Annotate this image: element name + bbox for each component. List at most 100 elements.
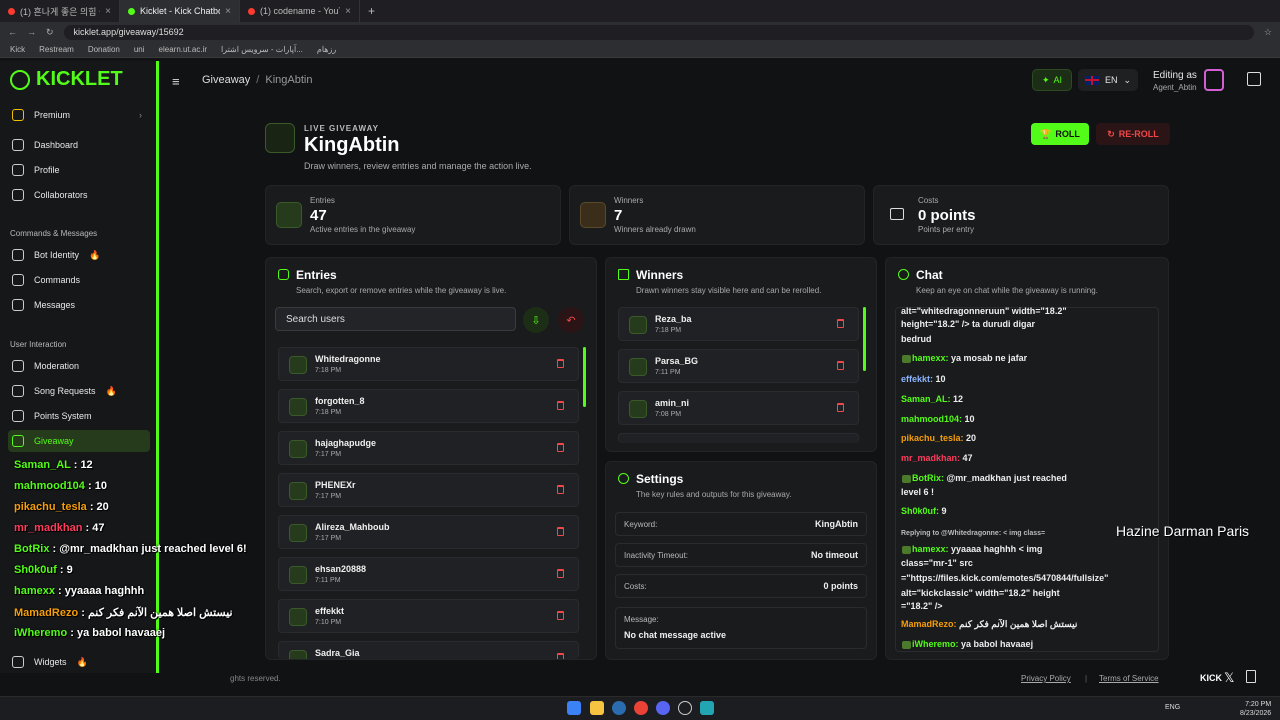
vscode-icon[interactable] — [700, 701, 714, 715]
crown-icon — [12, 109, 24, 121]
search-input[interactable]: Search users — [275, 307, 516, 331]
overlay-chat-line: MamadRezo : نیستش اصلا همین الآنم فکر کن… — [14, 607, 233, 619]
menu-toggle-icon[interactable]: ≡ — [172, 74, 180, 89]
users-icon — [278, 269, 289, 280]
winner-row: amin_ni 7:08 PM — [618, 391, 859, 425]
youtube-icon — [248, 7, 255, 15]
sidebar-item-messages[interactable]: Messages — [8, 294, 150, 316]
bookmark[interactable]: Kick — [10, 45, 25, 54]
sidebar-item-premium[interactable]: Premium › — [8, 104, 150, 126]
bookmark[interactable]: آپارات - سرویس اشترا... — [221, 45, 303, 54]
input-language[interactable]: ENG — [1165, 704, 1180, 711]
trash-icon[interactable] — [557, 401, 564, 410]
new-tab-button[interactable]: + — [368, 4, 375, 18]
bookmark[interactable]: elearn.ut.ac.ir — [159, 45, 207, 54]
chrome-icon[interactable] — [634, 701, 648, 715]
back-icon[interactable]: ← — [8, 27, 17, 37]
browser-tab[interactable]: Kicklet - Kick Chatbot, Kick Wi...× — [120, 0, 240, 22]
sidebar-item-bot-identity[interactable]: Bot Identity 🔥 — [8, 244, 150, 266]
trash-icon[interactable] — [557, 653, 564, 659]
url-field[interactable]: kicklet.app/giveaway/15692 — [63, 24, 1254, 40]
bookmark[interactable]: Donation — [88, 45, 120, 54]
trash-icon[interactable] — [557, 611, 564, 620]
address-bar: ← → ↻ kicklet.app/giveaway/15692 ☆ — [0, 22, 1280, 42]
document-icon[interactable] — [1246, 670, 1256, 683]
dashboard-icon — [12, 139, 24, 151]
sidebar-item-moderation[interactable]: Moderation — [8, 355, 150, 377]
discord-icon[interactable] — [656, 701, 670, 715]
entries-scrollbar[interactable] — [583, 347, 586, 407]
trash-icon[interactable] — [837, 319, 844, 328]
winners-scrollbar[interactable] — [863, 307, 866, 371]
clock[interactable]: 7:20 PM 8/23/2026 — [1240, 700, 1271, 718]
file-explorer-icon[interactable] — [590, 701, 604, 715]
copyright: ghts reserved. — [230, 674, 281, 683]
trash-icon[interactable] — [557, 527, 564, 536]
language-select[interactable]: EN ⌄ — [1078, 69, 1138, 91]
uk-flag-icon — [1084, 75, 1099, 85]
trash-icon[interactable] — [557, 485, 564, 494]
x-icon[interactable]: 𝕏 — [1224, 670, 1234, 686]
breadcrumb-separator: / — [256, 74, 260, 86]
settings-icon[interactable] — [678, 701, 692, 715]
fire-icon: 🔥 — [76, 656, 88, 667]
download-button[interactable]: ⇩ — [523, 307, 549, 333]
entry-row: forgotten_8 7:18 PM — [278, 389, 579, 423]
breadcrumb-root[interactable]: Giveaway — [202, 74, 250, 86]
browser-tab[interactable]: (1) codename - YouTube× — [240, 0, 360, 22]
app-icon[interactable] — [612, 701, 626, 715]
sidebar-item-giveaway[interactable]: Giveaway — [8, 430, 150, 452]
trash-icon[interactable] — [837, 361, 844, 370]
sidebar-item-song-requests[interactable]: Song Requests 🔥 — [8, 380, 150, 402]
bookmark[interactable]: uni — [134, 45, 145, 54]
undo-icon: ↶ — [566, 314, 576, 327]
browser-tab[interactable]: (1) 흔나게 좋은 의힘 들어요× — [0, 0, 120, 22]
youtube-icon — [8, 7, 15, 15]
chat-message: class="mr-1" src — [901, 558, 973, 568]
reload-icon[interactable]: ↻ — [46, 27, 54, 38]
trophy-icon — [629, 358, 647, 376]
bookmark[interactable]: رزهام — [317, 45, 336, 54]
close-icon[interactable]: × — [225, 6, 231, 17]
trash-icon[interactable] — [837, 403, 844, 412]
trash-icon[interactable] — [557, 359, 564, 368]
reset-button[interactable]: ↶ — [558, 307, 584, 333]
reroll-button[interactable]: ↻ RE-ROLL — [1096, 123, 1170, 145]
robot-icon — [12, 249, 24, 261]
star-icon[interactable]: ☆ — [1264, 27, 1272, 38]
sidebar-item-points-system[interactable]: Points System — [8, 405, 150, 427]
setting-message: Message: No chat message active — [615, 607, 867, 649]
privacy-link[interactable]: Privacy Policy — [1021, 674, 1071, 683]
overlay-chat-line: Sh0k0uf : 9 — [14, 564, 73, 576]
overlay-watermark: Hazine Darman Paris — [1116, 523, 1250, 539]
trash-icon[interactable] — [557, 569, 564, 578]
sidebar-item-dashboard[interactable]: Dashboard — [8, 134, 150, 156]
user-icon — [289, 356, 307, 374]
bookmark[interactable]: Restream — [39, 45, 74, 54]
sidebar-item-commands[interactable]: Commands — [8, 269, 150, 291]
user-icon — [289, 608, 307, 626]
setting-keyword: Keyword: KingAbtin — [615, 512, 867, 536]
terms-link[interactable]: Terms of Service — [1099, 674, 1159, 683]
trash-icon[interactable] — [557, 443, 564, 452]
badge-icon — [902, 640, 911, 649]
chat-message: iWheremo: ya babol havaaej — [901, 639, 1153, 650]
close-icon[interactable]: × — [345, 6, 351, 17]
chat-message: alt="whitedragonneruun" width="18.2" — [901, 306, 1067, 316]
user-icon — [289, 650, 307, 659]
kicklet-logo[interactable]: KICKLET — [10, 68, 123, 91]
chat-message: ="https://files.kick.com/emotes/5470844/… — [901, 573, 1109, 583]
kick-link[interactable]: KICK — [1200, 673, 1222, 683]
ai-button[interactable]: ✦ AI — [1032, 69, 1072, 91]
roll-button[interactable]: 🏆 ROLL — [1031, 123, 1089, 145]
close-icon[interactable]: × — [105, 6, 111, 17]
user-icon — [289, 566, 307, 584]
logout-icon[interactable] — [1247, 72, 1261, 86]
windows-start-icon[interactable] — [567, 701, 581, 715]
sidebar-item-profile[interactable]: Profile — [8, 159, 150, 181]
forward-icon[interactable]: → — [27, 27, 36, 37]
sidebar-item-collaborators[interactable]: Collaborators — [8, 184, 150, 206]
setting-costs: Costs: 0 points — [615, 574, 867, 598]
sidebar-item-widgets[interactable]: Widgets 🔥 — [8, 651, 150, 673]
avatar[interactable] — [1204, 69, 1224, 91]
